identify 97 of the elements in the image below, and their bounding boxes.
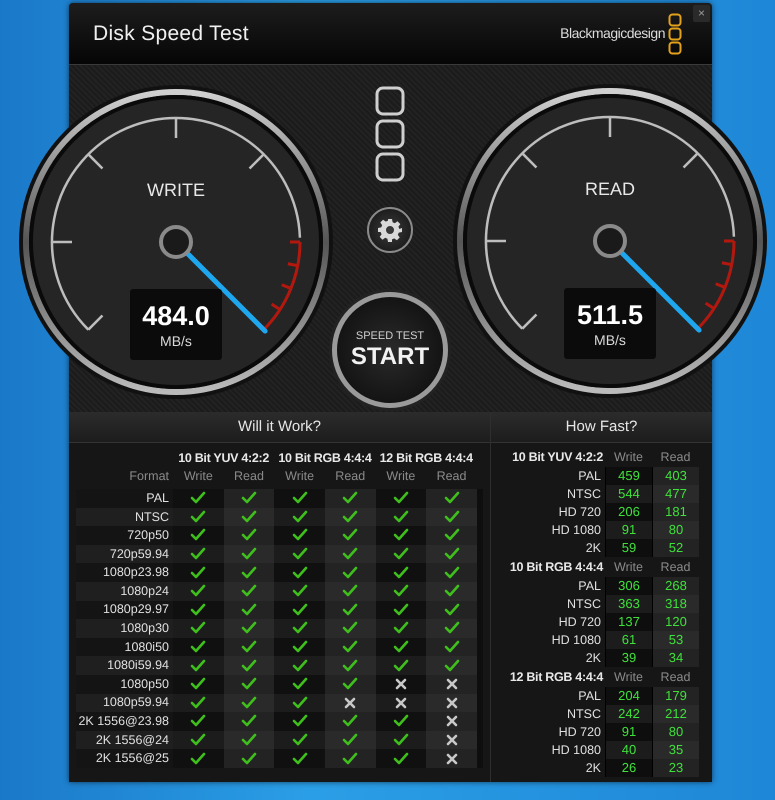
speed-value: 306 xyxy=(618,577,640,596)
format-name: PAL xyxy=(578,578,601,595)
format-name: HD 1080 xyxy=(552,522,601,539)
speed-value: 26 xyxy=(622,759,636,778)
format-name: 2K 1556@25 xyxy=(96,750,169,768)
format-name: HD 720 xyxy=(558,504,601,521)
format-name: HD 1080 xyxy=(552,632,601,649)
section-header: 10 Bit YUV 4:2:2 xyxy=(512,449,603,466)
speed-value: 53 xyxy=(668,631,684,650)
format-name: 2K xyxy=(586,760,601,777)
brand-logo-text: Blackmagicdesign xyxy=(560,24,665,43)
format-name: 2K 1556@24 xyxy=(96,732,169,749)
speed-value: 137 xyxy=(618,613,640,632)
speed-value: 39 xyxy=(622,649,636,668)
speed-value: 484.0 xyxy=(142,300,210,332)
speed-value: 477 xyxy=(665,485,687,504)
column-group-header: 10 Bit YUV 4:2:2 xyxy=(178,450,270,468)
format-name: PAL xyxy=(578,688,601,705)
close-button[interactable]: × xyxy=(693,5,710,22)
speed-value: 23 xyxy=(668,759,684,778)
format-name: HD 1080 xyxy=(552,742,601,759)
format-name: 1080i59.94 xyxy=(107,657,169,674)
speed-value: 40 xyxy=(622,741,636,760)
speed-value: 363 xyxy=(618,595,640,614)
format-name: 2K xyxy=(586,540,601,557)
three-squares-logo-icon xyxy=(668,12,682,54)
format-name: 1080p30 xyxy=(120,620,169,638)
column-header: Read xyxy=(436,468,466,485)
settings-icon xyxy=(378,218,402,242)
speed-value: 80 xyxy=(668,521,684,540)
column-header: Read xyxy=(234,468,264,485)
speed-value: 52 xyxy=(668,539,684,558)
format-name: HD 720 xyxy=(558,614,601,631)
format-name: PAL xyxy=(578,468,601,485)
speed-value: 268 xyxy=(665,577,687,596)
gauge-label: WRITE xyxy=(147,179,205,202)
format-name: 720p59.94 xyxy=(110,546,169,563)
format-name: NTSC xyxy=(134,508,169,526)
format-name: NTSC xyxy=(566,706,601,723)
speed-value: 206 xyxy=(618,503,640,522)
section-header: 12 Bit RGB 4:4:4 xyxy=(510,669,603,686)
three-squares-logo-icon xyxy=(375,86,405,182)
window-title: Disk Speed Test xyxy=(93,20,249,47)
speed-value: 34 xyxy=(668,649,684,668)
speed-value: 120 xyxy=(665,613,687,632)
column-group-header: 10 Bit RGB 4:4:4 xyxy=(278,450,372,468)
speed-value: 91 xyxy=(622,521,636,540)
format-name: 1080p50 xyxy=(120,676,169,693)
speed-value: 544 xyxy=(618,485,640,504)
format-name: 2K 1556@23.98 xyxy=(78,713,169,730)
format-name: 2K xyxy=(586,650,601,667)
speed-value: 511.5 xyxy=(576,298,644,330)
speed-value: 242 xyxy=(618,705,640,724)
column-header: Write xyxy=(614,669,643,686)
speed-unit: MB/s xyxy=(594,330,626,348)
needle-hub xyxy=(593,224,627,258)
speed-unit: MB/s xyxy=(160,332,192,350)
speed-value: 212 xyxy=(665,705,687,724)
format-name: 720p50 xyxy=(127,527,169,544)
gauge-label: READ xyxy=(584,178,635,201)
column-header: Read xyxy=(660,559,690,576)
speed-value: 61 xyxy=(622,631,636,650)
format-name: 1080p29.97 xyxy=(102,601,169,618)
column-header: Write xyxy=(614,559,643,576)
column-group-header: 12 Bit RGB 4:4:4 xyxy=(380,450,473,468)
speed-value: 181 xyxy=(665,503,687,522)
speed-value: 91 xyxy=(622,723,636,742)
speed-value: 35 xyxy=(668,741,684,760)
speed-value: 459 xyxy=(618,467,640,486)
format-name: 1080p59.94 xyxy=(102,694,169,712)
column-header: Write xyxy=(285,468,314,485)
settings-button[interactable] xyxy=(367,207,413,253)
needle-hub xyxy=(159,225,193,259)
section-header: 10 Bit RGB 4:4:4 xyxy=(510,559,603,576)
speed-value: 80 xyxy=(668,723,684,742)
speed-value: 403 xyxy=(665,467,687,486)
format-name: HD 720 xyxy=(558,724,601,741)
panel-title: Will it Work? xyxy=(238,416,322,437)
format-name: NTSC xyxy=(566,486,601,503)
panel-title: How Fast? xyxy=(566,416,638,437)
column-header: Write xyxy=(614,449,643,466)
format-name: PAL xyxy=(146,490,169,507)
format-name: 1080p23.98 xyxy=(102,564,169,582)
speed-value: 204 xyxy=(618,687,640,706)
format-name: 1080p24 xyxy=(120,582,169,600)
start-button[interactable]: SPEED TEST START xyxy=(332,292,448,408)
speed-value: 59 xyxy=(622,539,636,558)
speed-value: 318 xyxy=(665,595,687,614)
column-header: Write xyxy=(184,468,213,485)
column-header: Write xyxy=(386,468,416,485)
column-header: Format xyxy=(129,468,169,485)
column-header: Read xyxy=(660,449,690,466)
column-header: Read xyxy=(335,468,366,485)
speed-value: 179 xyxy=(665,687,687,706)
column-header: Read xyxy=(660,669,690,686)
format-name: NTSC xyxy=(566,596,601,613)
format-name: 1080i50 xyxy=(124,638,169,656)
